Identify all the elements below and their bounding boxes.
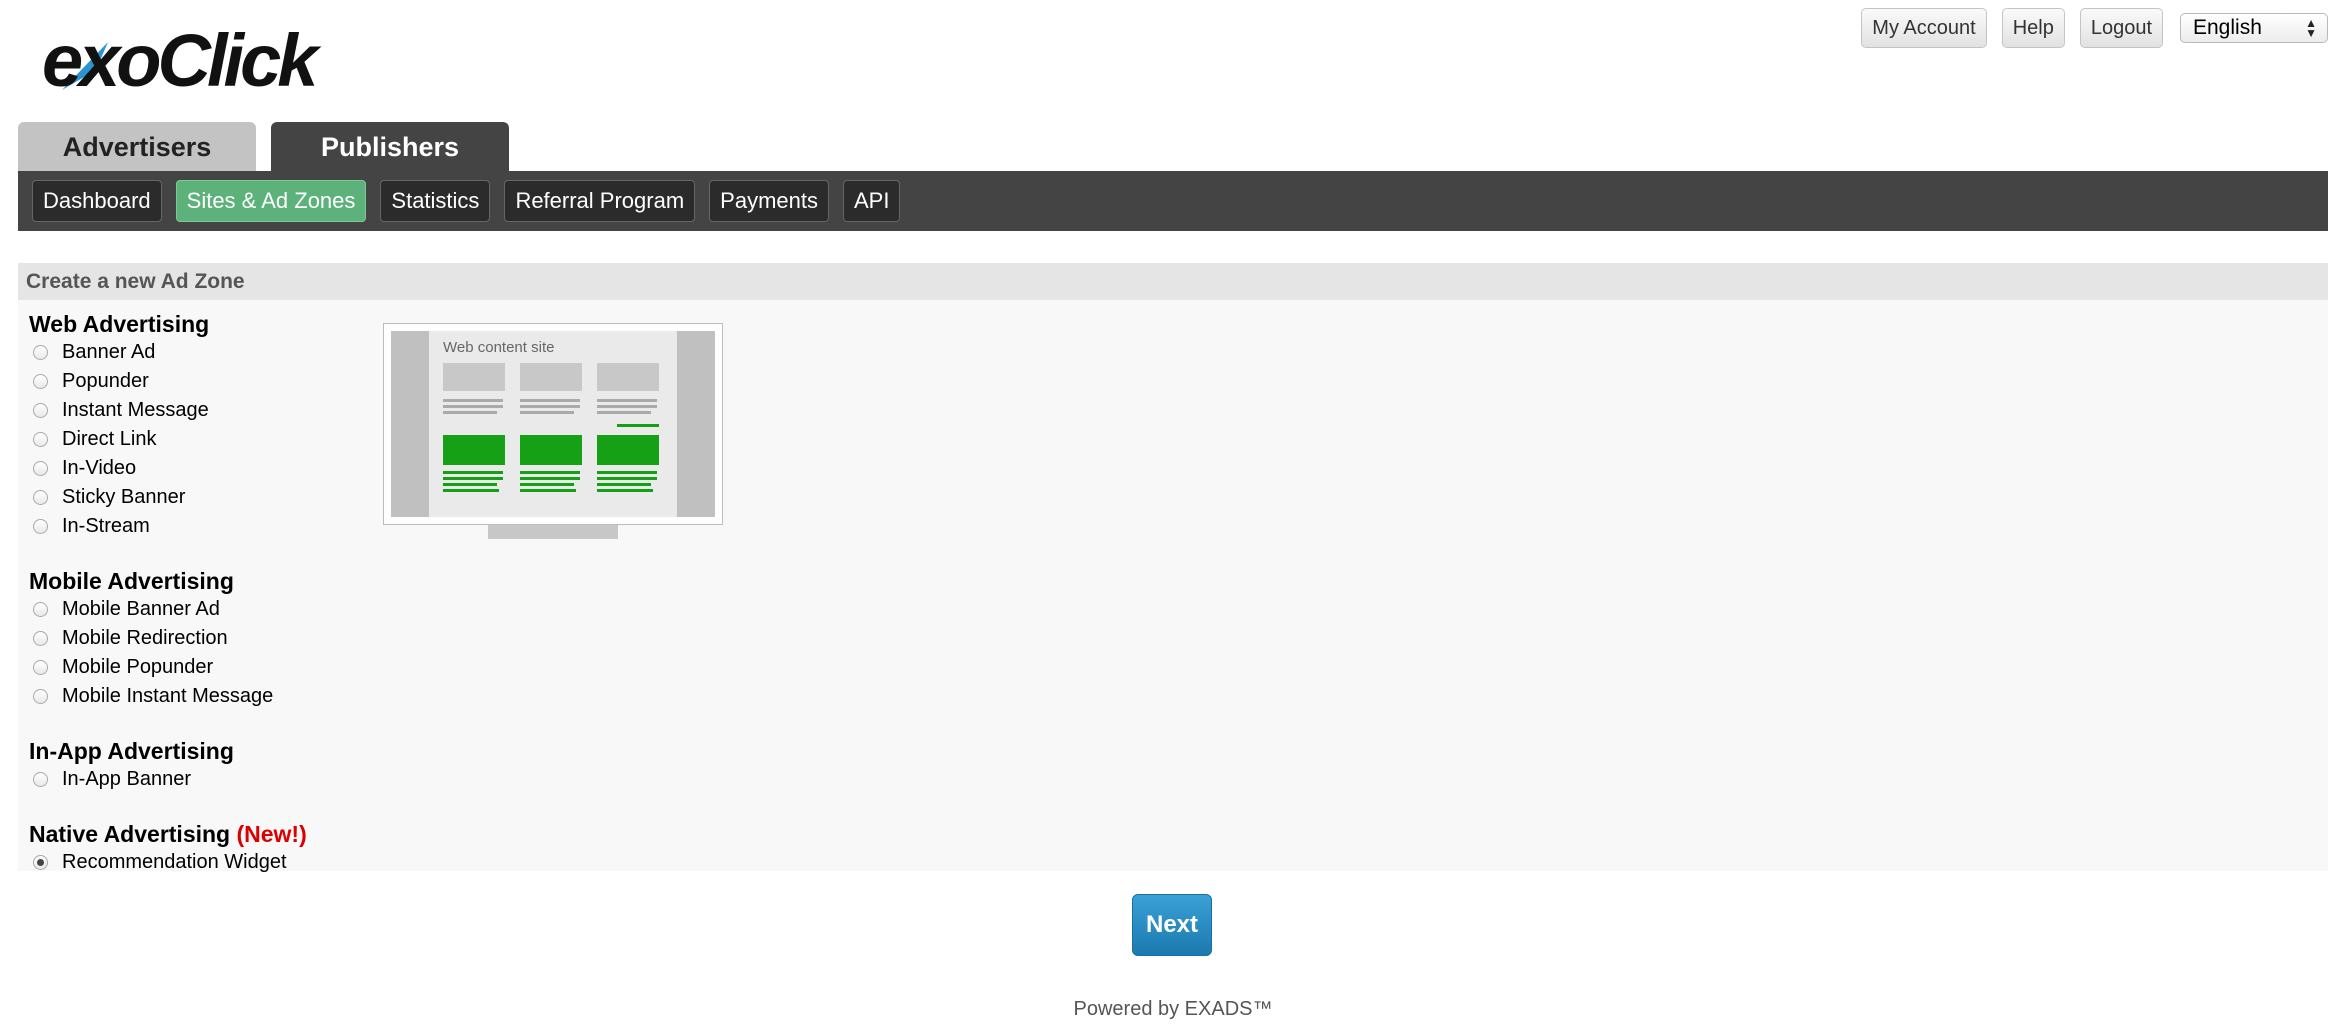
language-select[interactable]: English ▲ ▼ <box>2180 13 2328 43</box>
option-mobile-instant-message[interactable]: Mobile Instant Message <box>29 682 307 711</box>
in-app-advertising-title: In-App Advertising <box>29 738 234 764</box>
ad-type-options: Web Advertising Banner Ad Popunder Insta… <box>29 310 307 877</box>
nav-dashboard[interactable]: Dashboard <box>32 180 162 222</box>
option-popunder[interactable]: Popunder <box>29 367 307 396</box>
next-button[interactable]: Next <box>1132 894 1212 956</box>
radio-popunder[interactable] <box>33 374 48 389</box>
option-instant-message[interactable]: Instant Message <box>29 396 307 425</box>
new-badge: (New!) <box>236 821 307 847</box>
option-mobile-popunder[interactable]: Mobile Popunder <box>29 653 307 682</box>
option-mobile-banner-ad[interactable]: Mobile Banner Ad <box>29 595 307 624</box>
radio-direct-link[interactable] <box>33 432 48 447</box>
radio-mobile-instant-message[interactable] <box>33 689 48 704</box>
preview-site-label: Web content site <box>443 339 555 356</box>
sub-nav: Dashboard Sites & Ad Zones Statistics Re… <box>18 171 2328 231</box>
web-advertising-title: Web Advertising <box>29 311 210 337</box>
nav-statistics[interactable]: Statistics <box>380 180 491 222</box>
radio-mobile-redirection[interactable] <box>33 631 48 646</box>
radio-mobile-popunder[interactable] <box>33 660 48 675</box>
ad-format-preview: Web content site <box>383 323 725 543</box>
nav-api[interactable]: API <box>842 180 901 222</box>
option-in-app-banner[interactable]: In-App Banner <box>29 765 307 794</box>
monitor-stand <box>488 525 618 539</box>
ad-zone-form: Web Advertising Banner Ad Popunder Insta… <box>18 300 2328 873</box>
radio-sticky-banner[interactable] <box>33 490 48 505</box>
tab-publishers[interactable]: Publishers <box>271 122 509 172</box>
screen-illustration: Web content site <box>391 331 715 517</box>
mobile-advertising-title: Mobile Advertising <box>29 568 234 594</box>
option-direct-link[interactable]: Direct Link <box>29 425 307 454</box>
panel-title: Create a new Ad Zone <box>18 263 2328 300</box>
top-links: My Account Help Logout English ▲ ▼ <box>1861 8 2328 48</box>
select-arrows-icon: ▲ ▼ <box>2305 16 2317 40</box>
footer-powered-by: Powered by EXADS™ <box>1073 998 1273 1020</box>
option-in-stream[interactable]: In-Stream <box>29 512 307 541</box>
nav-referral-program[interactable]: Referral Program <box>504 180 696 222</box>
native-advertising-title: Native Advertising (New!) <box>29 821 307 847</box>
option-banner-ad[interactable]: Banner Ad <box>29 338 307 367</box>
monitor-illustration: Web content site <box>383 323 723 525</box>
main-tabs: Advertisers Publishers <box>18 122 509 172</box>
radio-in-video[interactable] <box>33 461 48 476</box>
logo-text: exoClick <box>42 19 322 102</box>
help-button[interactable]: Help <box>2001 8 2065 48</box>
radio-banner-ad[interactable] <box>33 345 48 360</box>
nav-sites-ad-zones[interactable]: Sites & Ad Zones <box>175 180 367 222</box>
exoclick-logo[interactable]: exoClick <box>40 12 340 102</box>
radio-in-stream[interactable] <box>33 519 48 534</box>
nav-payments[interactable]: Payments <box>709 180 829 222</box>
radio-recommendation-widget[interactable] <box>33 855 48 870</box>
radio-mobile-banner-ad[interactable] <box>33 602 48 617</box>
option-recommendation-widget[interactable]: Recommendation Widget <box>29 848 307 877</box>
my-account-button[interactable]: My Account <box>1861 8 1987 48</box>
option-sticky-banner[interactable]: Sticky Banner <box>29 483 307 512</box>
option-mobile-redirection[interactable]: Mobile Redirection <box>29 624 307 653</box>
language-selected: English <box>2193 16 2262 39</box>
radio-in-app-banner[interactable] <box>33 772 48 787</box>
radio-instant-message[interactable] <box>33 403 48 418</box>
option-in-video[interactable]: In-Video <box>29 454 307 483</box>
logout-button[interactable]: Logout <box>2079 8 2163 48</box>
tab-advertisers[interactable]: Advertisers <box>18 122 256 172</box>
